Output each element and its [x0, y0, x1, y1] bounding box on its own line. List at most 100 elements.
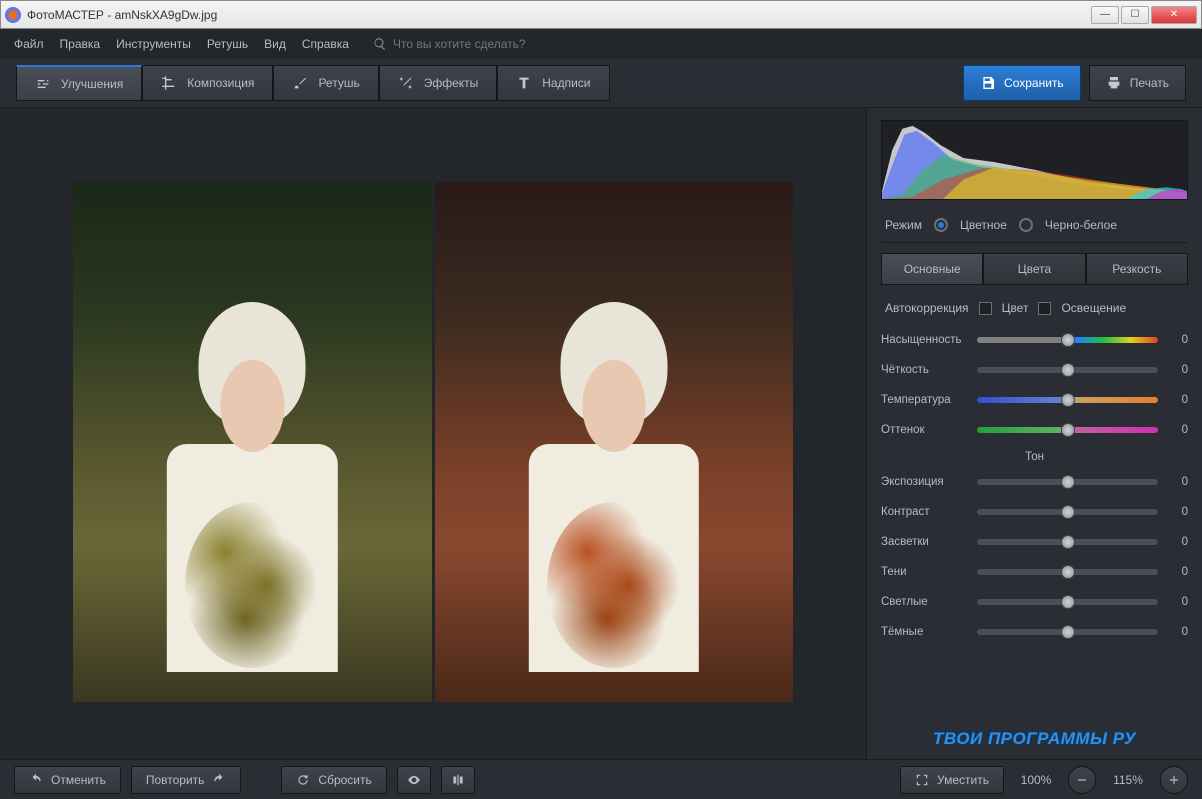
undo-icon [29, 773, 43, 787]
zoom-current: 115% [1106, 773, 1150, 787]
photo-after [435, 182, 794, 702]
autocorrect-row: Автокоррекция Цвет Освещение [881, 295, 1188, 325]
slider-contrast[interactable]: Контраст 0 [881, 497, 1188, 527]
bottom-bar: Отменить Повторить Сбросить Уместить 100… [0, 759, 1202, 799]
zoom-out-button[interactable] [1068, 766, 1096, 794]
slider-thumb[interactable] [1061, 595, 1075, 609]
histogram[interactable] [881, 120, 1188, 200]
plus-icon [1167, 773, 1181, 787]
mode-color-label[interactable]: Цветное [960, 218, 1007, 232]
rtab-sharp[interactable]: Резкость [1086, 253, 1188, 285]
tab-retouch[interactable]: Ретушь [273, 65, 378, 101]
tab-label: Композиция [187, 76, 254, 90]
reset-icon [296, 773, 310, 787]
eye-icon [407, 773, 421, 787]
close-button[interactable]: ✕ [1151, 6, 1197, 24]
toolbar: Улучшения Композиция Ретушь Эффекты Надп… [0, 59, 1202, 108]
radio-color[interactable] [934, 218, 948, 232]
print-label: Печать [1130, 76, 1169, 90]
tab-label: Эффекты [424, 76, 479, 90]
eye-button[interactable] [397, 766, 431, 794]
slider-thumb[interactable] [1061, 535, 1075, 549]
checkbox-light[interactable] [1038, 302, 1051, 315]
canvas-view[interactable] [0, 108, 866, 759]
app-icon [5, 7, 21, 23]
menu-view[interactable]: Вид [264, 37, 286, 51]
main-area: Режим Цветное Черно-белое Основные Цвета… [0, 108, 1202, 759]
save-icon [980, 75, 996, 91]
crop-icon [161, 75, 177, 91]
menu-file[interactable]: Файл [14, 37, 44, 51]
slider-clarity[interactable]: Чёткость 0 [881, 355, 1188, 385]
slider-thumb[interactable] [1061, 333, 1075, 347]
menu-retouch[interactable]: Ретушь [207, 37, 248, 51]
save-button[interactable]: Сохранить [963, 65, 1081, 101]
checkbox-color[interactable] [979, 302, 992, 315]
menu-help[interactable]: Справка [302, 37, 349, 51]
compare-button[interactable] [441, 766, 475, 794]
rtab-basic[interactable]: Основные [881, 253, 983, 285]
save-label: Сохранить [1004, 76, 1064, 90]
tab-composition[interactable]: Композиция [142, 65, 273, 101]
slider-thumb[interactable] [1061, 625, 1075, 639]
mode-bw-label[interactable]: Черно-белое [1045, 218, 1117, 232]
compare-icon [451, 773, 465, 787]
right-panel: Режим Цветное Черно-белое Основные Цвета… [866, 108, 1202, 759]
search-box[interactable]: Что вы хотите сделать? [373, 37, 526, 51]
slider-thumb[interactable] [1061, 363, 1075, 377]
minimize-button[interactable]: — [1091, 6, 1119, 24]
menu-edit[interactable]: Правка [60, 37, 101, 51]
menubar: Файл Правка Инструменты Ретушь Вид Справ… [0, 29, 1202, 59]
slider-thumb[interactable] [1061, 565, 1075, 579]
titlebar: ФотоМАСТЕР - amNskXA9gDw.jpg — ☐ ✕ [0, 0, 1202, 29]
redo-button[interactable]: Повторить [131, 766, 242, 794]
slider-temperature[interactable]: Температура 0 [881, 385, 1188, 415]
menu-tools[interactable]: Инструменты [116, 37, 191, 51]
slider-thumb[interactable] [1061, 423, 1075, 437]
redo-icon [212, 773, 226, 787]
photo-before [73, 182, 432, 702]
slider-shadows[interactable]: Тени 0 [881, 557, 1188, 587]
panel-tabs: Основные Цвета Резкость [881, 253, 1188, 285]
tab-label: Надписи [542, 76, 590, 90]
maximize-button[interactable]: ☐ [1121, 6, 1149, 24]
brush-icon [292, 75, 308, 91]
slider-thumb[interactable] [1061, 475, 1075, 489]
reset-button[interactable]: Сбросить [281, 766, 386, 794]
autocorrect-label: Автокоррекция [885, 301, 969, 315]
slider-highlights[interactable]: Засветки 0 [881, 527, 1188, 557]
slider-thumb[interactable] [1061, 393, 1075, 407]
slider-tint[interactable]: Оттенок 0 [881, 415, 1188, 445]
mode-label: Режим [885, 218, 922, 232]
tab-label: Ретушь [318, 76, 359, 90]
tab-enhance[interactable]: Улучшения [16, 65, 142, 101]
minus-icon [1075, 773, 1089, 787]
slider-thumb[interactable] [1061, 505, 1075, 519]
undo-button[interactable]: Отменить [14, 766, 121, 794]
tone-heading: Тон [881, 445, 1188, 467]
wand-icon [398, 75, 414, 91]
slider-exposure[interactable]: Экспозиция 0 [881, 467, 1188, 497]
tab-text[interactable]: Надписи [497, 65, 609, 101]
sliders-icon [35, 76, 51, 92]
slider-blacks[interactable]: Тёмные 0 [881, 617, 1188, 647]
fit-icon [915, 773, 929, 787]
checkbox-color-label[interactable]: Цвет [1002, 301, 1029, 315]
window-title: ФотоМАСТЕР - amNskXA9gDw.jpg [27, 8, 1091, 22]
slider-saturation[interactable]: Насыщенность 0 [881, 325, 1188, 355]
search-placeholder: Что вы хотите сделать? [393, 37, 526, 51]
fit-button[interactable]: Уместить [900, 766, 1004, 794]
checkbox-light-label[interactable]: Освещение [1061, 301, 1126, 315]
watermark: ТВОИ ПРОГРАММЫ РУ [881, 721, 1188, 751]
tab-effects[interactable]: Эффекты [379, 65, 498, 101]
print-icon [1106, 75, 1122, 91]
rtab-colors[interactable]: Цвета [983, 253, 1085, 285]
mode-row: Режим Цветное Черно-белое [881, 210, 1188, 243]
controls: Автокоррекция Цвет Освещение Насыщенност… [881, 285, 1188, 647]
canvas-area [0, 108, 866, 759]
print-button[interactable]: Печать [1089, 65, 1186, 101]
zoom-in-button[interactable] [1160, 766, 1188, 794]
radio-bw[interactable] [1019, 218, 1033, 232]
tab-label: Улучшения [61, 77, 123, 91]
slider-whites[interactable]: Светлые 0 [881, 587, 1188, 617]
